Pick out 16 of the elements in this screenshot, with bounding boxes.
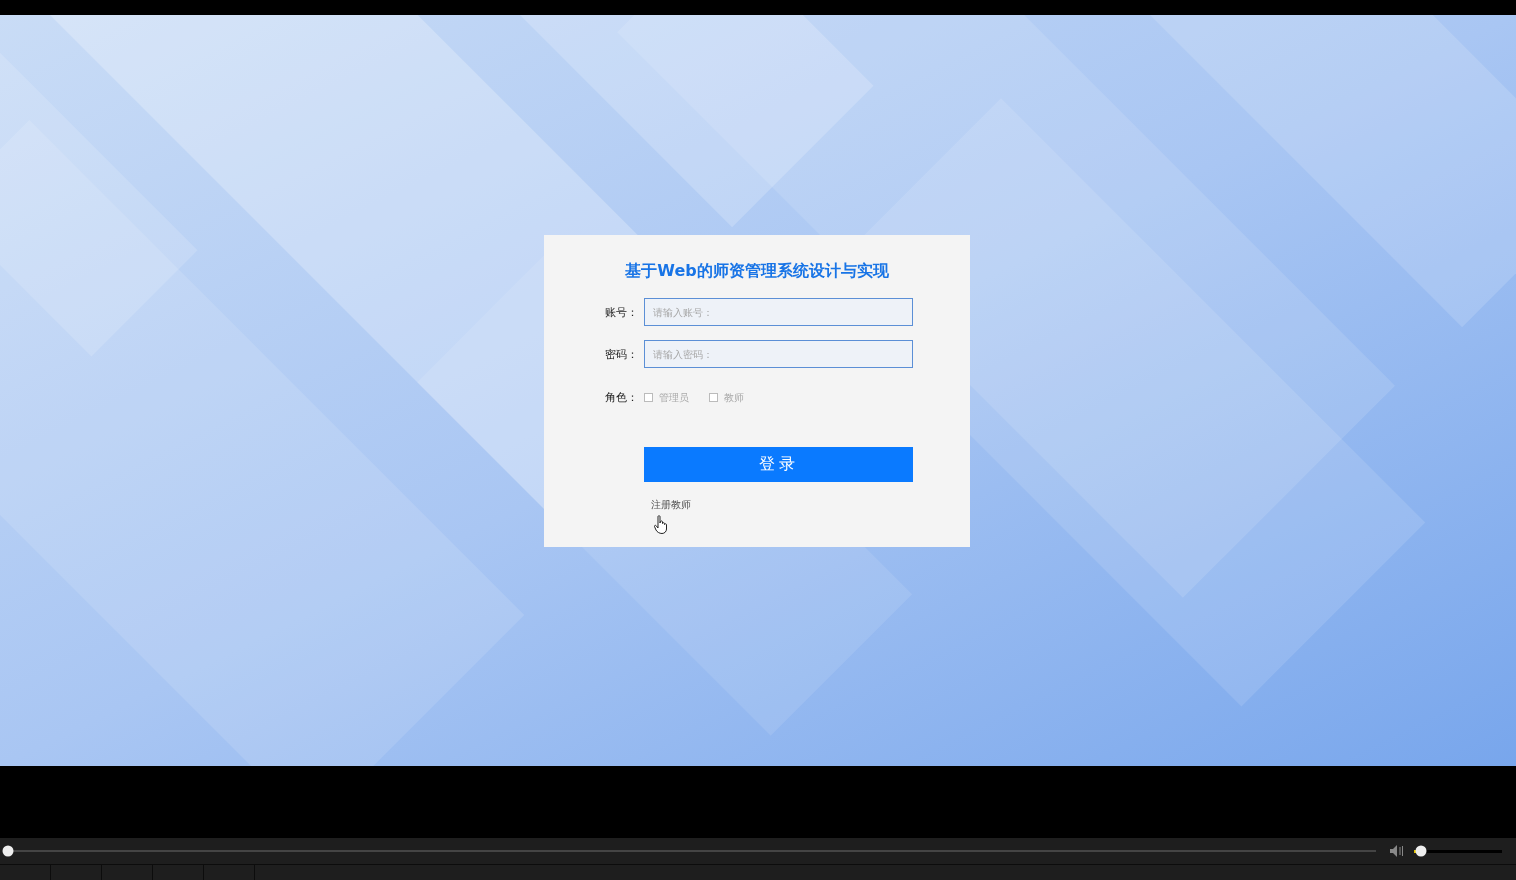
register-link[interactable]: 注册教师 [651,498,691,512]
checkbox[interactable] [644,393,653,402]
speaker-icon[interactable] [1390,845,1404,857]
input-field[interactable]: 请输入密码： [644,340,913,368]
checkbox-label: 教师 [724,390,744,405]
checkbox[interactable] [709,393,718,402]
volume-handle[interactable] [1415,845,1427,857]
checkbox-label: 管理员 [659,390,689,405]
login-button[interactable]: 登录 [644,447,913,482]
field-label: 角色： [604,390,638,405]
field-label: 账号： [604,304,638,320]
login-title: 基于Web的师资管理系统设计与实现 [625,261,889,282]
hand-cursor-icon [654,515,668,534]
seek-handle[interactable] [2,845,14,857]
field-label: 密码： [604,346,638,362]
input-field[interactable]: 请输入账号： [644,298,913,326]
